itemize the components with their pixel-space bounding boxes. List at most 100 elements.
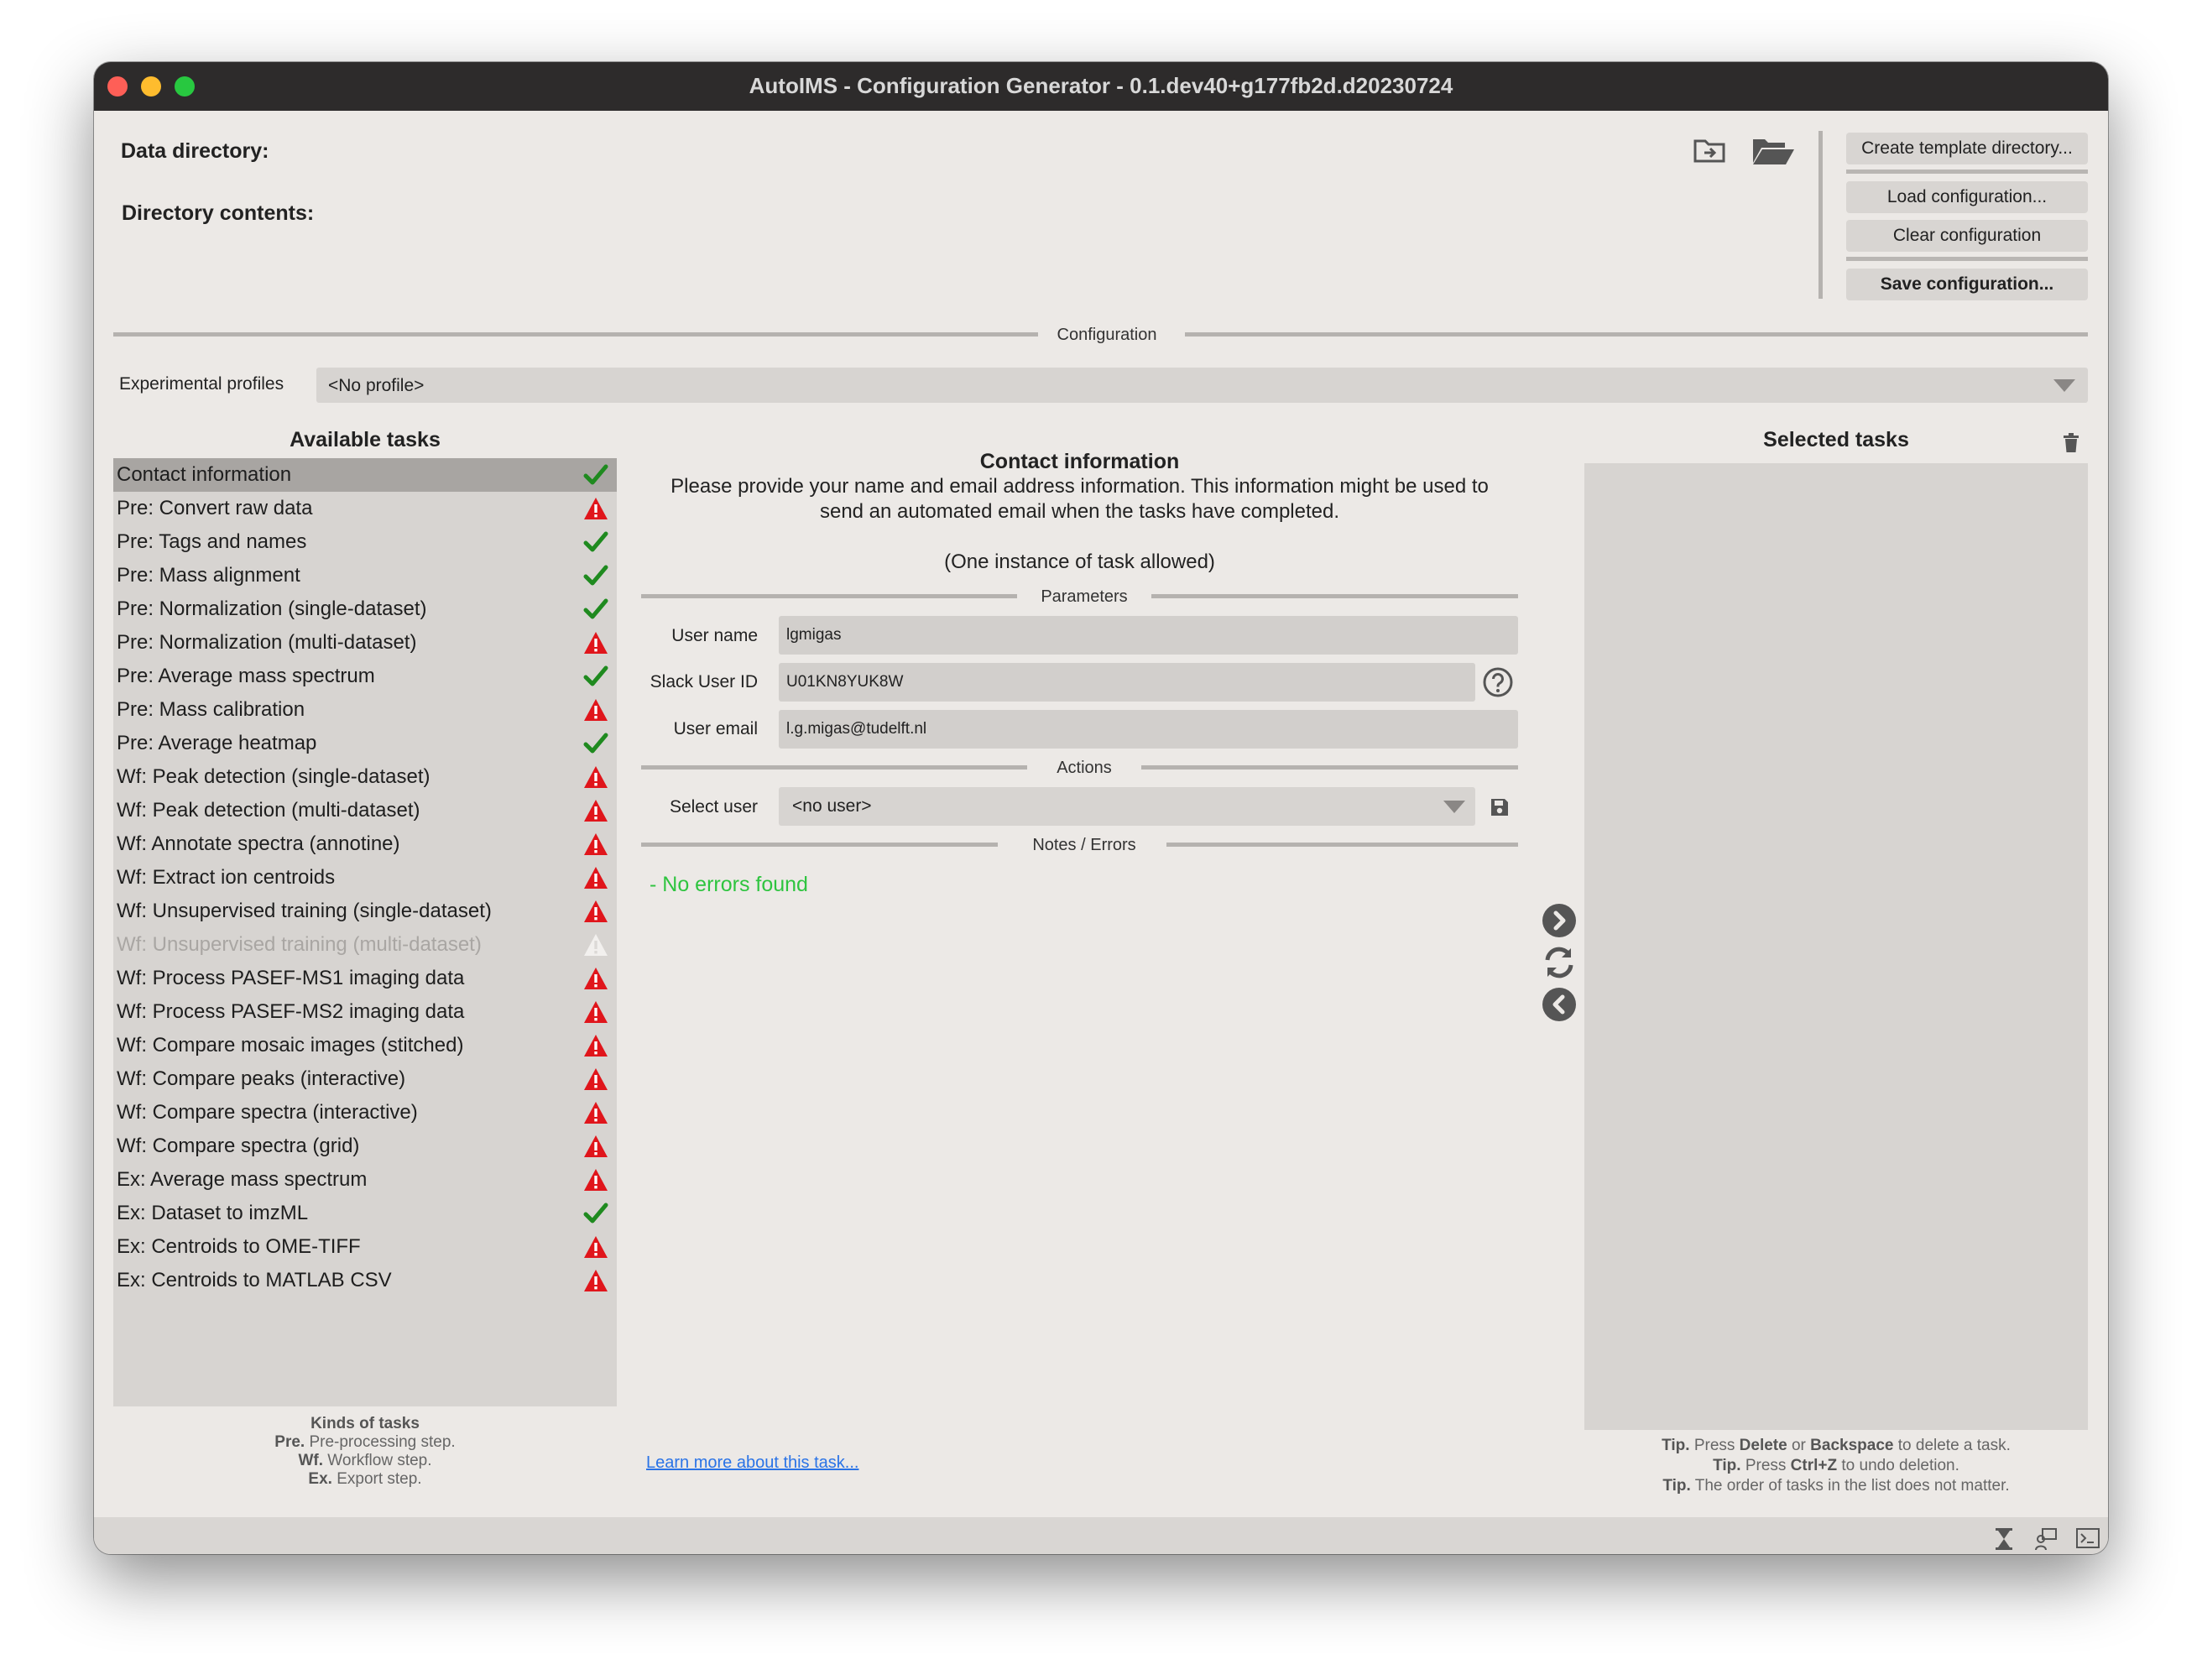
task-list-item[interactable]: Wf: Compare spectra (grid) <box>113 1130 617 1163</box>
tip-prefix: Tip. <box>1713 1457 1741 1474</box>
data-directory-label: Data directory: <box>121 139 269 163</box>
add-task-arrow-icon[interactable] <box>1542 903 1577 938</box>
task-list-item[interactable]: Wf: Compare peaks (interactive) <box>113 1062 617 1096</box>
task-list-item[interactable]: Pre: Convert raw data <box>113 492 617 525</box>
task-label: Pre: Mass calibration <box>117 698 305 721</box>
task-list-item[interactable]: Wf: Process PASEF-MS2 imaging data <box>113 995 617 1029</box>
task-list-item[interactable]: Wf: Peak detection (multi-dataset) <box>113 794 617 827</box>
section-line <box>1185 332 2088 337</box>
legend-pre: Pre. Pre-processing step. <box>113 1433 617 1452</box>
legend-wf: Wf. Workflow step. <box>113 1452 617 1470</box>
tip-text: The order of tasks in the list does not … <box>1694 1477 2010 1495</box>
task-label: Pre: Average mass spectrum <box>117 665 375 687</box>
tip-delete: Tip. Press Delete or Backspace to delete… <box>1584 1437 2088 1455</box>
task-list-item[interactable]: Wf: Extract ion centroids <box>113 861 617 895</box>
task-list-item[interactable]: Pre: Normalization (multi-dataset) <box>113 626 617 660</box>
clear-configuration-button[interactable]: Clear configuration <box>1846 220 2088 252</box>
tip-undo: Tip. Press Ctrl+Z to undo deletion. <box>1584 1457 2088 1475</box>
task-label: Pre: Normalization (single-dataset) <box>117 597 427 620</box>
open-directory-icon[interactable] <box>1693 136 1726 169</box>
user-name-field[interactable]: lgmigas <box>779 616 1518 655</box>
task-label: Wf: Annotate spectra (annotine) <box>117 832 400 855</box>
trash-icon[interactable] <box>2063 433 2079 453</box>
task-list-item[interactable]: Pre: Mass calibration <box>113 693 617 727</box>
button-separator <box>1846 170 2088 174</box>
folder-open-icon[interactable] <box>1751 136 1795 170</box>
tip-text: to undo deletion. <box>1841 1457 1959 1474</box>
available-tasks-list[interactable]: Contact information Pre: Convert raw data… <box>113 458 617 1406</box>
save-configuration-button[interactable]: Save configuration... <box>1846 269 2088 300</box>
warning-icon <box>583 1235 608 1259</box>
section-line <box>1151 594 1518 598</box>
task-list-item[interactable]: Ex: Centroids to OME-TIFF <box>113 1230 617 1264</box>
status-bar <box>94 1517 2108 1554</box>
chevron-down-icon <box>2053 379 2075 392</box>
remove-task-arrow-icon[interactable] <box>1542 987 1577 1022</box>
warning-icon <box>583 832 608 856</box>
warning-icon <box>583 1168 608 1192</box>
task-list-item[interactable]: Pre: Normalization (single-dataset) <box>113 592 617 626</box>
task-label: Wf: Process PASEF-MS2 imaging data <box>117 1000 465 1023</box>
selected-tasks-title: Selected tasks <box>1763 428 1909 451</box>
help-icon[interactable] <box>1482 666 1514 698</box>
task-label: Contact information <box>117 463 292 486</box>
task-list-item[interactable]: Ex: Dataset to imzML <box>113 1197 617 1230</box>
learn-more-link[interactable]: Learn more about this task... <box>646 1453 858 1473</box>
create-template-directory-button[interactable]: Create template directory... <box>1846 133 2088 164</box>
tip-prefix: Tip. <box>1662 1437 1690 1454</box>
notes-errors-section-title: Notes / Errors <box>1032 836 1136 854</box>
task-label: Wf: Process PASEF-MS1 imaging data <box>117 967 465 989</box>
slack-user-id-field[interactable]: U01KN8YUK8W <box>779 663 1475 702</box>
task-list-item[interactable]: Pre: Mass alignment <box>113 559 617 592</box>
profile-select-value: <No profile> <box>328 376 425 395</box>
warning-icon <box>583 866 608 890</box>
task-list-item[interactable]: Pre: Tags and names <box>113 525 617 559</box>
selected-tasks-list[interactable] <box>1584 463 2088 1430</box>
load-configuration-button[interactable]: Load configuration... <box>1846 181 2088 213</box>
warning-icon <box>583 765 608 789</box>
legend-title: Kinds of tasks <box>310 1415 420 1432</box>
notes-errors-text: - No errors found <box>650 873 808 896</box>
tip-key: Backspace <box>1810 1437 1894 1454</box>
task-label: Pre: Mass alignment <box>117 564 300 587</box>
user-email-field[interactable]: l.g.migas@tudelft.nl <box>779 710 1518 749</box>
task-list-item[interactable]: Wf: Unsupervised training (single-datase… <box>113 895 617 928</box>
task-list-item[interactable]: Pre: Average mass spectrum <box>113 660 617 693</box>
task-list-item[interactable]: Ex: Average mass spectrum <box>113 1163 617 1197</box>
task-label: Pre: Average heatmap <box>117 732 317 754</box>
section-line <box>1141 765 1518 770</box>
save-user-icon[interactable] <box>1490 797 1510 817</box>
task-instance-note: (One instance of task allowed) <box>944 550 1215 573</box>
task-list-item[interactable]: Ex: Centroids to MATLAB CSV <box>113 1264 617 1297</box>
task-label: Wf: Unsupervised training (multi-dataset… <box>117 933 482 956</box>
task-list-item[interactable]: Wf: Annotate spectra (annotine) <box>113 827 617 861</box>
task-label: Wf: Compare spectra (interactive) <box>117 1101 418 1124</box>
tip-order: Tip. The order of tasks in the list does… <box>1584 1477 2088 1495</box>
button-separator <box>1846 257 2088 261</box>
experimental-profiles-select[interactable]: <No profile> <box>316 368 2088 403</box>
select-user-dropdown[interactable]: <no user> <box>779 787 1475 826</box>
task-list-item[interactable]: Wf: Compare spectra (interactive) <box>113 1096 617 1130</box>
task-list-item[interactable]: Wf: Process PASEF-MS1 imaging data <box>113 962 617 995</box>
select-user-value: <no user> <box>792 796 872 816</box>
task-list-item[interactable]: Wf: Unsupervised training (multi-dataset… <box>113 928 617 962</box>
checkmark-icon <box>583 665 608 688</box>
checkmark-icon <box>583 564 608 587</box>
warning-icon <box>583 497 608 520</box>
console-icon[interactable] <box>2076 1527 2100 1553</box>
section-line <box>641 594 1017 598</box>
task-list-item[interactable]: Wf: Peak detection (single-dataset) <box>113 760 617 794</box>
task-label: Ex: Centroids to MATLAB CSV <box>117 1269 392 1291</box>
task-list-item[interactable]: Contact information <box>113 458 617 492</box>
directory-contents-label: Directory contents: <box>122 201 315 225</box>
configuration-section-title: Configuration <box>1057 326 1157 344</box>
task-label: Ex: Dataset to imzML <box>117 1202 309 1224</box>
task-list-item[interactable]: Wf: Compare mosaic images (stitched) <box>113 1029 617 1062</box>
task-list-item[interactable]: Pre: Average heatmap <box>113 727 617 760</box>
select-user-label: Select user <box>669 797 758 817</box>
legend-pre-text: Pre-processing step. <box>309 1433 456 1451</box>
hourglass-icon[interactable] <box>1994 1527 2014 1554</box>
feedback-icon[interactable] <box>2034 1527 2058 1554</box>
refresh-icon[interactable] <box>1542 945 1577 980</box>
legend-pre-key: Pre. <box>274 1433 305 1451</box>
